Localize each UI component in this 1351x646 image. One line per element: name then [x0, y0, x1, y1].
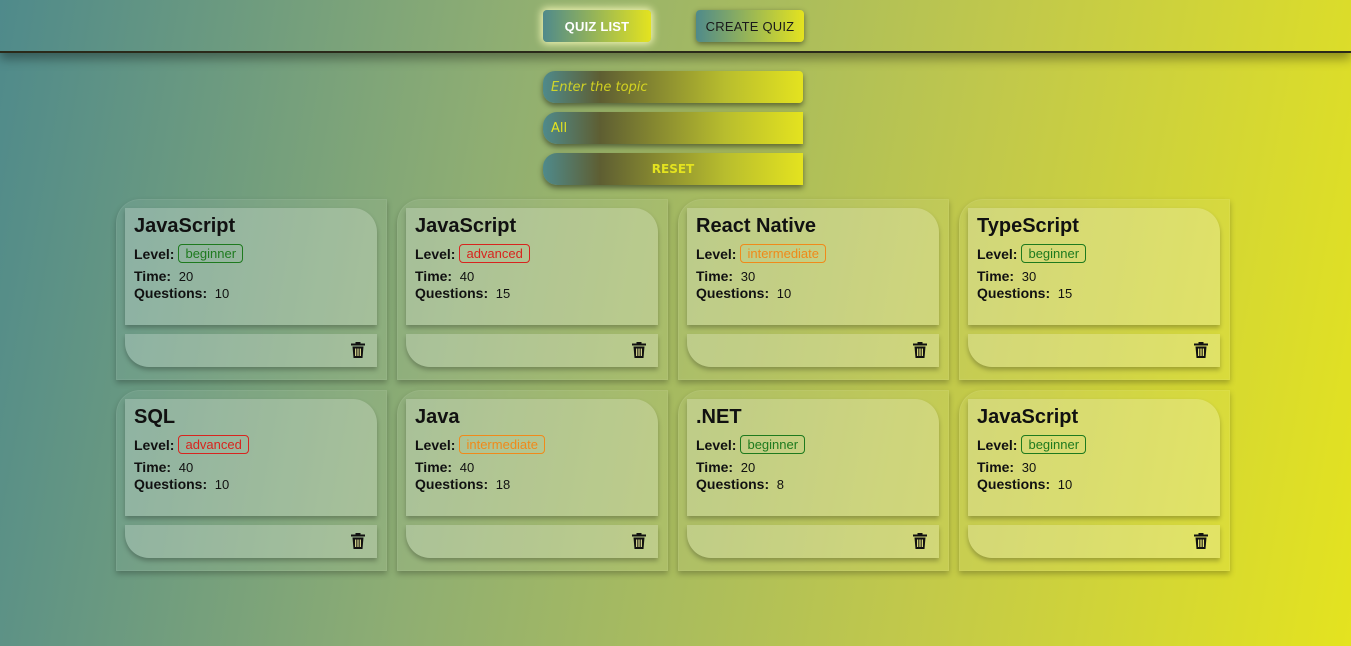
- quiz-title: SQL: [134, 406, 176, 428]
- level-badge: beginner: [1021, 435, 1087, 454]
- quiz-card[interactable]: JavaScript Level: beginner Time: 20 Questi…: [116, 199, 387, 380]
- time-value: 20: [178, 269, 194, 284]
- level-badge: beginner: [178, 244, 244, 263]
- quiz-card[interactable]: React Native Level: intermediate Time: 30…: [678, 199, 949, 380]
- level-label: Level:: [134, 245, 175, 262]
- quiz-title: React Native: [696, 215, 817, 237]
- quiz-card-footer: [687, 525, 939, 558]
- quiz-title: JavaScript: [415, 215, 517, 237]
- level-badge: advanced: [459, 244, 530, 263]
- quiz-title: JavaScript: [977, 406, 1079, 428]
- filter-form: All RESET: [543, 71, 803, 194]
- level-label: Level:: [977, 436, 1018, 453]
- trash-icon[interactable]: [913, 533, 927, 549]
- level-label: Level:: [134, 436, 175, 453]
- quiz-card-footer: [968, 334, 1220, 367]
- quiz-card[interactable]: JavaScript Level: advanced Time: 40 Questi…: [397, 199, 668, 380]
- topic-search-input[interactable]: [543, 71, 803, 103]
- time-value: 40: [459, 269, 475, 284]
- questions-value: 10: [214, 477, 230, 492]
- reset-button[interactable]: RESET: [543, 153, 803, 185]
- quiz-card-body: .NET Level: beginner Time: 20 Questions: 8: [687, 399, 939, 516]
- create-quiz-button[interactable]: CREATE QUIZ: [696, 10, 804, 42]
- questions-value: 10: [1057, 477, 1073, 492]
- trash-icon[interactable]: [1194, 533, 1208, 549]
- quiz-card-body: JavaScript Level: beginner Time: 30 Questi…: [968, 399, 1220, 516]
- questions-label: Questions:: [415, 476, 489, 492]
- time-value: 20: [740, 460, 756, 475]
- trash-icon[interactable]: [351, 533, 365, 549]
- questions-value: 18: [495, 477, 511, 492]
- questions-value: 10: [776, 286, 792, 301]
- time-label: Time:: [696, 268, 734, 284]
- trash-icon[interactable]: [913, 342, 927, 358]
- quiz-card-footer: [687, 334, 939, 367]
- quiz-title: JavaScript: [134, 215, 236, 237]
- quiz-card-footer: [125, 525, 377, 558]
- trash-icon[interactable]: [632, 533, 646, 549]
- quiz-list-button[interactable]: QUIZ LIST: [543, 10, 651, 42]
- level-badge: intermediate: [459, 435, 546, 454]
- questions-label: Questions:: [134, 285, 208, 301]
- time-label: Time:: [415, 459, 453, 475]
- header: QUIZ LIST CREATE QUIZ: [0, 0, 1351, 53]
- time-value: 30: [740, 269, 756, 284]
- quiz-grid: JavaScript Level: beginner Time: 20 Questi…: [116, 199, 1230, 571]
- questions-value: 15: [495, 286, 511, 301]
- questions-value: 15: [1057, 286, 1073, 301]
- time-value: 40: [178, 460, 194, 475]
- questions-label: Questions:: [977, 476, 1051, 492]
- level-label: Level:: [696, 436, 737, 453]
- quiz-card-body: Java Level: intermediate Time: 40 Question…: [406, 399, 658, 516]
- level-badge: beginner: [1021, 244, 1087, 263]
- quiz-card-body: React Native Level: intermediate Time: 30…: [687, 208, 939, 325]
- trash-icon[interactable]: [632, 342, 646, 358]
- quiz-card[interactable]: SQL Level: advanced Time: 40 Questions: 10: [116, 390, 387, 571]
- time-label: Time:: [977, 459, 1015, 475]
- quiz-card[interactable]: .NET Level: beginner Time: 20 Questions: 8: [678, 390, 949, 571]
- trash-icon[interactable]: [351, 342, 365, 358]
- quiz-card[interactable]: Java Level: intermediate Time: 40 Question…: [397, 390, 668, 571]
- quiz-card[interactable]: TypeScript Level: beginner Time: 30 Questi…: [959, 199, 1230, 380]
- quiz-card-body: JavaScript Level: advanced Time: 40 Questi…: [406, 208, 658, 325]
- quiz-card-footer: [406, 525, 658, 558]
- quiz-card-body: TypeScript Level: beginner Time: 30 Questi…: [968, 208, 1220, 325]
- quiz-card-footer: [125, 334, 377, 367]
- level-label: Level:: [696, 245, 737, 262]
- questions-value: 8: [776, 477, 784, 492]
- questions-label: Questions:: [696, 476, 770, 492]
- time-label: Time:: [977, 268, 1015, 284]
- questions-label: Questions:: [134, 476, 208, 492]
- time-label: Time:: [415, 268, 453, 284]
- level-badge: intermediate: [740, 244, 827, 263]
- level-badge: beginner: [740, 435, 806, 454]
- level-label: Level:: [977, 245, 1018, 262]
- quiz-card-body: SQL Level: advanced Time: 40 Questions: 10: [125, 399, 377, 516]
- quiz-title: .NET: [696, 406, 742, 428]
- trash-icon[interactable]: [1194, 342, 1208, 358]
- time-value: 30: [1021, 269, 1037, 284]
- quiz-card-body: JavaScript Level: beginner Time: 20 Questi…: [125, 208, 377, 325]
- questions-value: 10: [214, 286, 230, 301]
- time-label: Time:: [134, 268, 172, 284]
- level-badge: advanced: [178, 435, 249, 454]
- quiz-card[interactable]: JavaScript Level: beginner Time: 30 Questi…: [959, 390, 1230, 571]
- time-value: 30: [1021, 460, 1037, 475]
- level-select[interactable]: All: [543, 112, 803, 144]
- level-label: Level:: [415, 436, 456, 453]
- quiz-card-footer: [968, 525, 1220, 558]
- time-label: Time:: [134, 459, 172, 475]
- questions-label: Questions:: [415, 285, 489, 301]
- quiz-title: Java: [415, 406, 460, 428]
- quiz-title: TypeScript: [977, 215, 1079, 237]
- time-value: 40: [459, 460, 475, 475]
- questions-label: Questions:: [696, 285, 770, 301]
- quiz-card-footer: [406, 334, 658, 367]
- questions-label: Questions:: [977, 285, 1051, 301]
- time-label: Time:: [696, 459, 734, 475]
- level-label: Level:: [415, 245, 456, 262]
